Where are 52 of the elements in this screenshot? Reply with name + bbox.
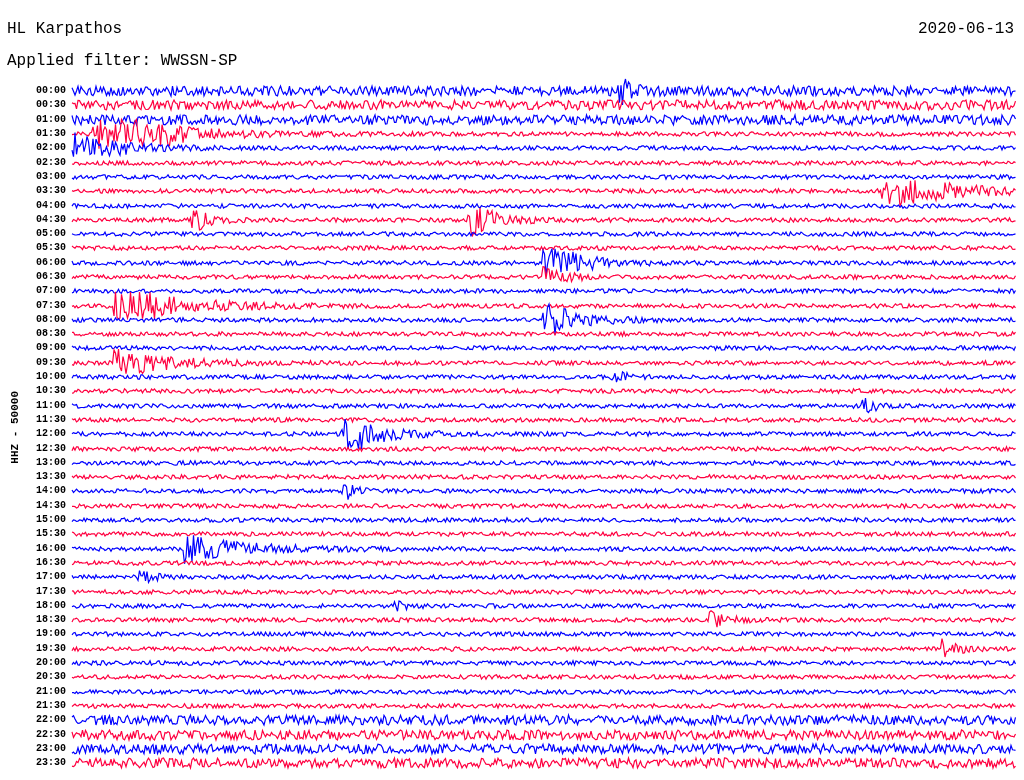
filter-label: Applied filter: WWSSN-SP	[7, 52, 238, 70]
time-label: 19:30	[35, 642, 66, 655]
time-label: 18:30	[35, 614, 66, 627]
station-name: HL Karpathos	[7, 20, 123, 40]
time-label: 20:00	[35, 657, 66, 669]
time-label: 17:00	[35, 571, 66, 584]
time-label: 21:00	[35, 685, 66, 698]
time-label: 08:00	[35, 313, 66, 326]
time-label: 11:30	[35, 413, 66, 426]
time-label: 21:30	[35, 699, 66, 712]
time-label: 03:30	[35, 185, 66, 198]
time-label: 00:00	[35, 85, 66, 98]
time-label: 10:00	[35, 371, 66, 384]
time-label: 03:00	[35, 170, 66, 183]
time-label: 04:00	[35, 199, 66, 212]
time-label: 01:00	[35, 113, 66, 126]
time-label: 16:00	[35, 542, 66, 555]
time-label: 22:00	[35, 714, 66, 727]
channel-label: HHZ - 50000	[9, 390, 21, 464]
time-label: 07:30	[35, 299, 66, 312]
time-label: 17:30	[35, 585, 66, 598]
time-label: 02:30	[35, 156, 66, 169]
date-label: 2020-06-13	[918, 20, 1014, 40]
time-label: 23:30	[35, 757, 66, 770]
time-label: 15:30	[35, 528, 66, 541]
time-label: 22:30	[35, 728, 66, 741]
time-label: 11:00	[35, 399, 66, 412]
time-label: 13:30	[35, 471, 66, 484]
time-label: 04:30	[35, 213, 66, 226]
time-label: 10:30	[35, 385, 66, 398]
time-label: 16:30	[35, 556, 66, 569]
time-label: 18:00	[35, 599, 66, 612]
time-label: 08:30	[35, 328, 66, 341]
time-label: 02:00	[35, 142, 66, 155]
time-label: 01:30	[35, 128, 66, 141]
time-label: 14:30	[35, 499, 66, 512]
time-label: 06:30	[35, 271, 66, 283]
time-label: 20:30	[35, 671, 66, 684]
time-label: 13:00	[35, 456, 66, 469]
time-label: 14:00	[35, 485, 66, 498]
time-label: 07:00	[35, 285, 66, 298]
time-label: 05:00	[35, 228, 66, 241]
time-label: 05:30	[35, 242, 66, 255]
time-label: 09:00	[35, 342, 66, 355]
time-label: 15:00	[35, 514, 66, 527]
time-label: 23:00	[35, 742, 66, 755]
time-label: 06:00	[35, 256, 66, 269]
time-label: 00:30	[35, 99, 66, 112]
time-label: 12:30	[35, 442, 66, 455]
time-label: 09:30	[35, 356, 66, 369]
time-label: 12:00	[35, 428, 66, 441]
time-label: 19:00	[35, 628, 66, 641]
